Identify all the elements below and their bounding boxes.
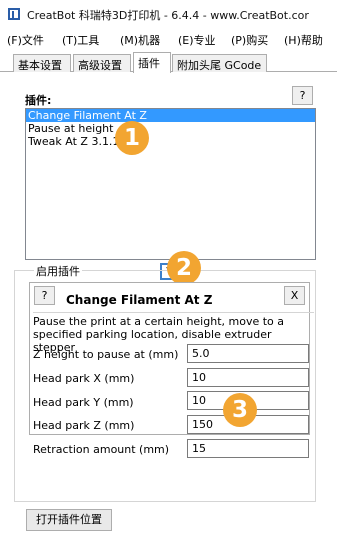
menu-machine[interactable]: (M)机器 — [120, 32, 160, 48]
list-item-tweak-at-z[interactable]: Tweak At Z 3.1.1 — [26, 135, 315, 148]
plugin-help-button[interactable]: ? — [292, 86, 313, 105]
enabled-plugins-label: 启用插件 — [34, 263, 82, 279]
menu-expert[interactable]: (E)专业 — [178, 32, 216, 48]
retraction-input[interactable]: 15 — [187, 439, 309, 458]
plugin-config-help-button[interactable]: ? — [34, 286, 55, 305]
menu-help[interactable]: (H)帮助 — [284, 32, 323, 48]
menu-file[interactable]: (F)文件 — [7, 32, 44, 48]
menu-tools[interactable]: (T)工具 — [62, 32, 99, 48]
tab-plugins[interactable]: 插件 — [133, 52, 171, 73]
annotation-badge-2: 2 — [167, 251, 201, 285]
open-plugin-location-button[interactable]: 打开插件位置 — [26, 509, 112, 531]
plugins-label: 插件: — [25, 94, 52, 107]
creatbot-logo-icon — [8, 8, 20, 20]
field-label-park-x: Head park X (mm) — [33, 372, 135, 385]
list-item-pause-at-height[interactable]: Pause at height — [26, 122, 315, 135]
field-label-park-y: Head park Y (mm) — [33, 396, 134, 409]
field-label-park-z: Head park Z (mm) — [33, 419, 135, 432]
z-height-input[interactable]: 5.0 — [187, 344, 309, 363]
plugin-config-title: Change Filament At Z — [66, 293, 213, 307]
plugin-list[interactable]: Change Filament At Z Pause at height Twe… — [25, 108, 316, 260]
field-label-retraction: Retraction amount (mm) — [33, 443, 170, 456]
settings-tab-bar: 基本设置 高级设置 插件 附加头尾 GCode — [0, 52, 337, 73]
menu-buy[interactable]: (P)购买 — [231, 32, 268, 48]
field-label-z-height: Z height to pause at (mm) — [33, 348, 179, 361]
park-x-input[interactable]: 10 — [187, 368, 309, 387]
tab-advanced-settings[interactable]: 高级设置 — [73, 54, 131, 72]
list-item-change-filament[interactable]: Change Filament At Z — [26, 109, 315, 122]
title-bar: CreatBot 科瑞特3D打印机 - 6.4.4 - www.CreatBot… — [0, 0, 337, 28]
annotation-badge-3: 3 — [223, 393, 257, 427]
remove-plugin-button[interactable]: X — [284, 286, 305, 305]
tab-basic-settings[interactable]: 基本设置 — [13, 54, 71, 72]
menu-bar: (F)文件 (T)工具 (M)机器 (E)专业 (P)购买 (H)帮助 — [0, 28, 337, 50]
window-title: CreatBot 科瑞特3D打印机 - 6.4.4 - www.CreatBot… — [27, 9, 309, 22]
annotation-badge-1: 1 — [115, 121, 149, 155]
tab-start-end-gcode[interactable]: 附加头尾 GCode — [172, 54, 267, 72]
